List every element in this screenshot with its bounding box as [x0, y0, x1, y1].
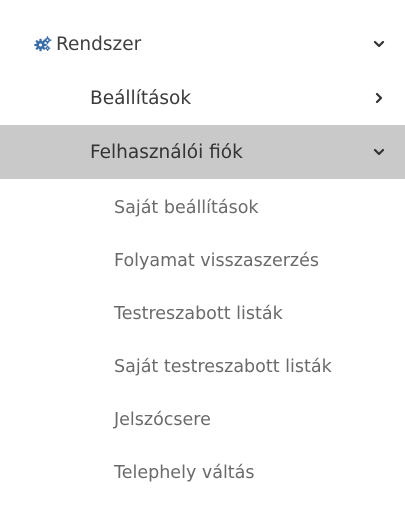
submenu-item-label: Testreszabott listák — [114, 304, 283, 324]
submenu-item-folyamat-visszaszerzes[interactable]: Folyamat visszaszerzés — [0, 236, 405, 286]
menu-item-rendszer[interactable]: Rendszer — [0, 18, 405, 70]
chevron-down-icon — [373, 40, 385, 48]
chevron-right-icon — [375, 92, 383, 104]
submenu-item-testreszabott-listak[interactable]: Testreszabott listák — [0, 289, 405, 339]
submenu-item-label: Folyamat visszaszerzés — [114, 251, 319, 271]
sidebar-menu: Rendszer Beállítások Felhasználói fiók S… — [0, 0, 405, 506]
submenu-item-label: Jelszócsere — [114, 410, 211, 430]
submenu-item-telephely-valtas[interactable]: Telephely váltás — [0, 448, 405, 498]
menu-item-beallitasok[interactable]: Beállítások — [0, 72, 405, 124]
chevron-down-icon — [373, 148, 385, 156]
menu-item-rendszer-label: Rendszer — [56, 33, 142, 55]
submenu-item-jelszocsere[interactable]: Jelszócsere — [0, 395, 405, 445]
submenu-item-label: Telephely váltás — [114, 463, 255, 483]
menu-item-felhasznaloi-fiok-label: Felhasználói fiók — [90, 141, 243, 163]
submenu-item-sajat-beallitasok[interactable]: Saját beállítások — [0, 183, 405, 233]
menu-item-beallitasok-label: Beállítások — [90, 87, 192, 109]
submenu-item-label: Saját testreszabott listák — [114, 357, 332, 377]
submenu-item-label: Saját beállítások — [114, 198, 259, 218]
menu-item-felhasznaloi-fiok[interactable]: Felhasználói fiók — [0, 125, 405, 179]
submenu-item-sajat-testreszabott-listak[interactable]: Saját testreszabott listák — [0, 342, 405, 392]
gears-icon — [34, 36, 52, 52]
